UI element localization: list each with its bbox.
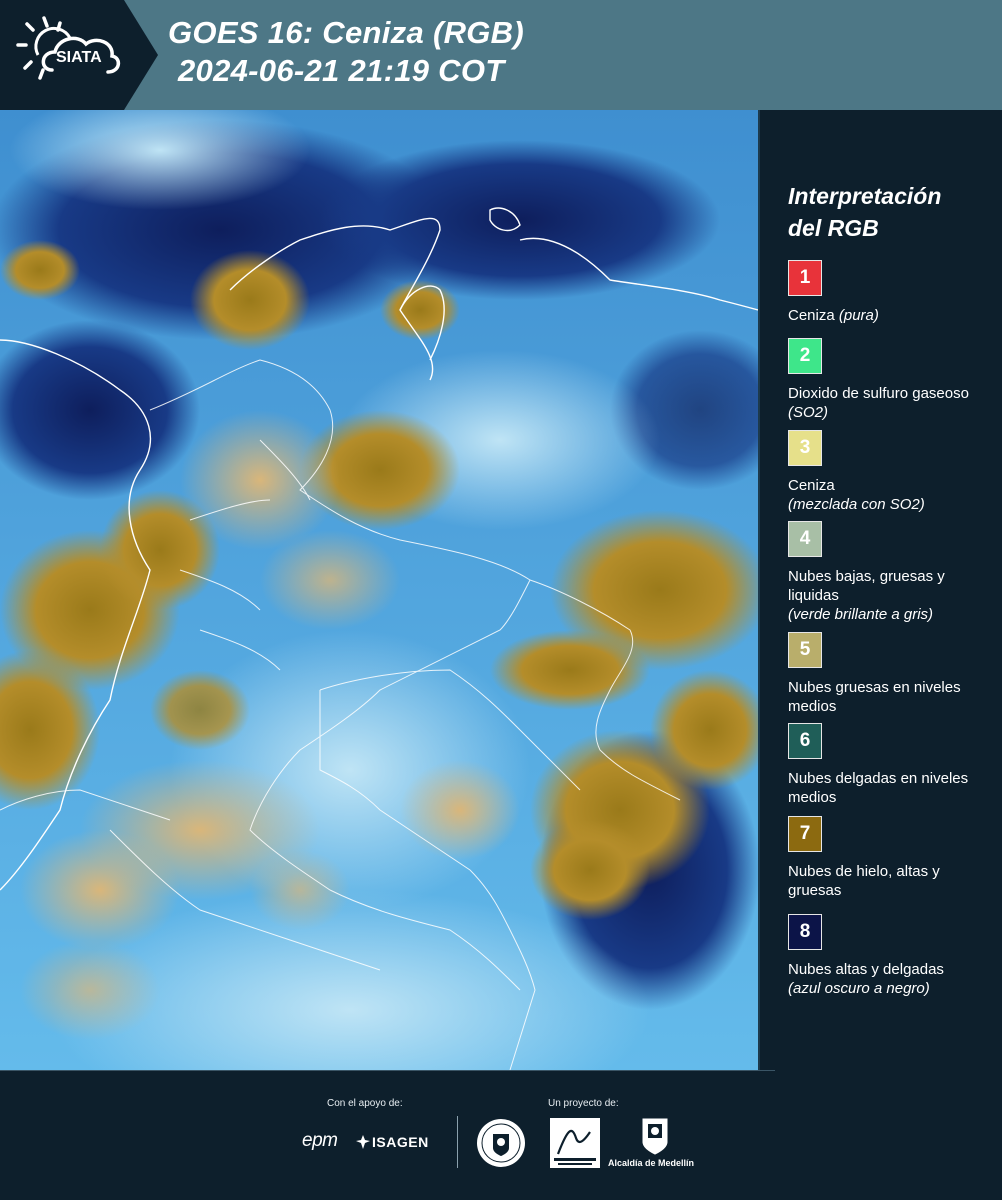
epm-logo: epm — [302, 1130, 338, 1151]
medellin-shield-icon — [642, 1118, 668, 1155]
legend-item-8: 8 Nubes altas y delgadas (azul oscuro a n… — [788, 914, 988, 998]
legend-swatch-3: 3 — [788, 430, 822, 466]
legend-item-5: 5 Nubes gruesas en niveles medios — [788, 632, 988, 716]
legend-swatch-1: 1 — [788, 260, 822, 296]
legend-item-6: 6 Nubes delgadas en niveles medios — [788, 723, 988, 807]
legend-swatch-7: 7 — [788, 816, 822, 852]
legend-swatch-8: 8 — [788, 914, 822, 950]
legend-label-3: Ceniza (mezclada con SO2) — [788, 477, 925, 513]
legend-title-line-2: del RGB — [788, 215, 879, 241]
legend-title-line-1: Interpretación — [788, 183, 942, 209]
legend-title: Interpretación del RGB — [788, 180, 941, 244]
page-title: GOES 16: Ceniza (RGB) 2024-06-21 21:19 C… — [168, 14, 524, 90]
siata-logo-text: SIATA — [56, 49, 102, 66]
legend-item-3: 3 Ceniza (mezclada con SO2) — [788, 430, 988, 514]
legend-swatch-2: 2 — [788, 338, 822, 374]
legend-label-5: Nubes gruesas en niveles medios — [788, 679, 961, 715]
footer: Con el apoyo de: Un proyecto de: epm ISA… — [0, 1070, 1002, 1200]
legend-swatch-6: 6 — [788, 723, 822, 759]
footer-divider-line — [0, 1070, 775, 1071]
legend-swatch-4: 4 — [788, 521, 822, 557]
rgb-legend: Interpretación del RGB 1 Ceniza (pura) 2… — [760, 110, 1002, 1070]
legend-item-4: 4 Nubes bajas, gruesas y liquidas (verde … — [788, 521, 988, 624]
support-label: Con el apoyo de: — [327, 1098, 403, 1109]
project-label: Un proyecto de: — [548, 1098, 619, 1109]
seal-logo-icon — [477, 1119, 525, 1167]
title-line-1: GOES 16: Ceniza (RGB) — [168, 15, 524, 50]
logo-divider — [457, 1116, 458, 1168]
legend-label-8: Nubes altas y delgadas (azul oscuro a neg… — [788, 961, 944, 997]
title-line-2-timestamp: 2024-06-21 21:19 COT — [178, 53, 505, 88]
legend-item-2: 2 Dioxido de sulfuro gaseoso (SO2) — [788, 338, 988, 422]
legend-label-1: Ceniza (pura) — [788, 307, 879, 324]
legend-label-7: Nubes de hielo, altas y gruesas — [788, 863, 940, 899]
alcaldia-medellin-label: Alcaldía de Medellín — [608, 1158, 695, 1168]
legend-item-7: 7 Nubes de hielo, altas y gruesas — [788, 816, 988, 900]
area-metropolitana-logo-icon — [550, 1118, 600, 1168]
legend-label-2: Dioxido de sulfuro gaseoso (SO2) — [788, 385, 969, 421]
legend-label-6: Nubes delgadas en niveles medios — [788, 770, 969, 806]
legend-label-4: Nubes bajas, gruesas y liquidas (verde br… — [788, 568, 945, 623]
satellite-map — [0, 110, 760, 1070]
isagen-logo: ISAGEN — [372, 1134, 429, 1150]
isagen-icon — [356, 1135, 370, 1149]
legend-swatch-5: 5 — [788, 632, 822, 668]
header-bar: SIATA GOES 16: Ceniza (RGB) 2024-06-21 2… — [0, 0, 1002, 110]
siata-logo: SIATA — [0, 0, 158, 110]
legend-item-1: 1 Ceniza (pura) — [788, 260, 988, 325]
